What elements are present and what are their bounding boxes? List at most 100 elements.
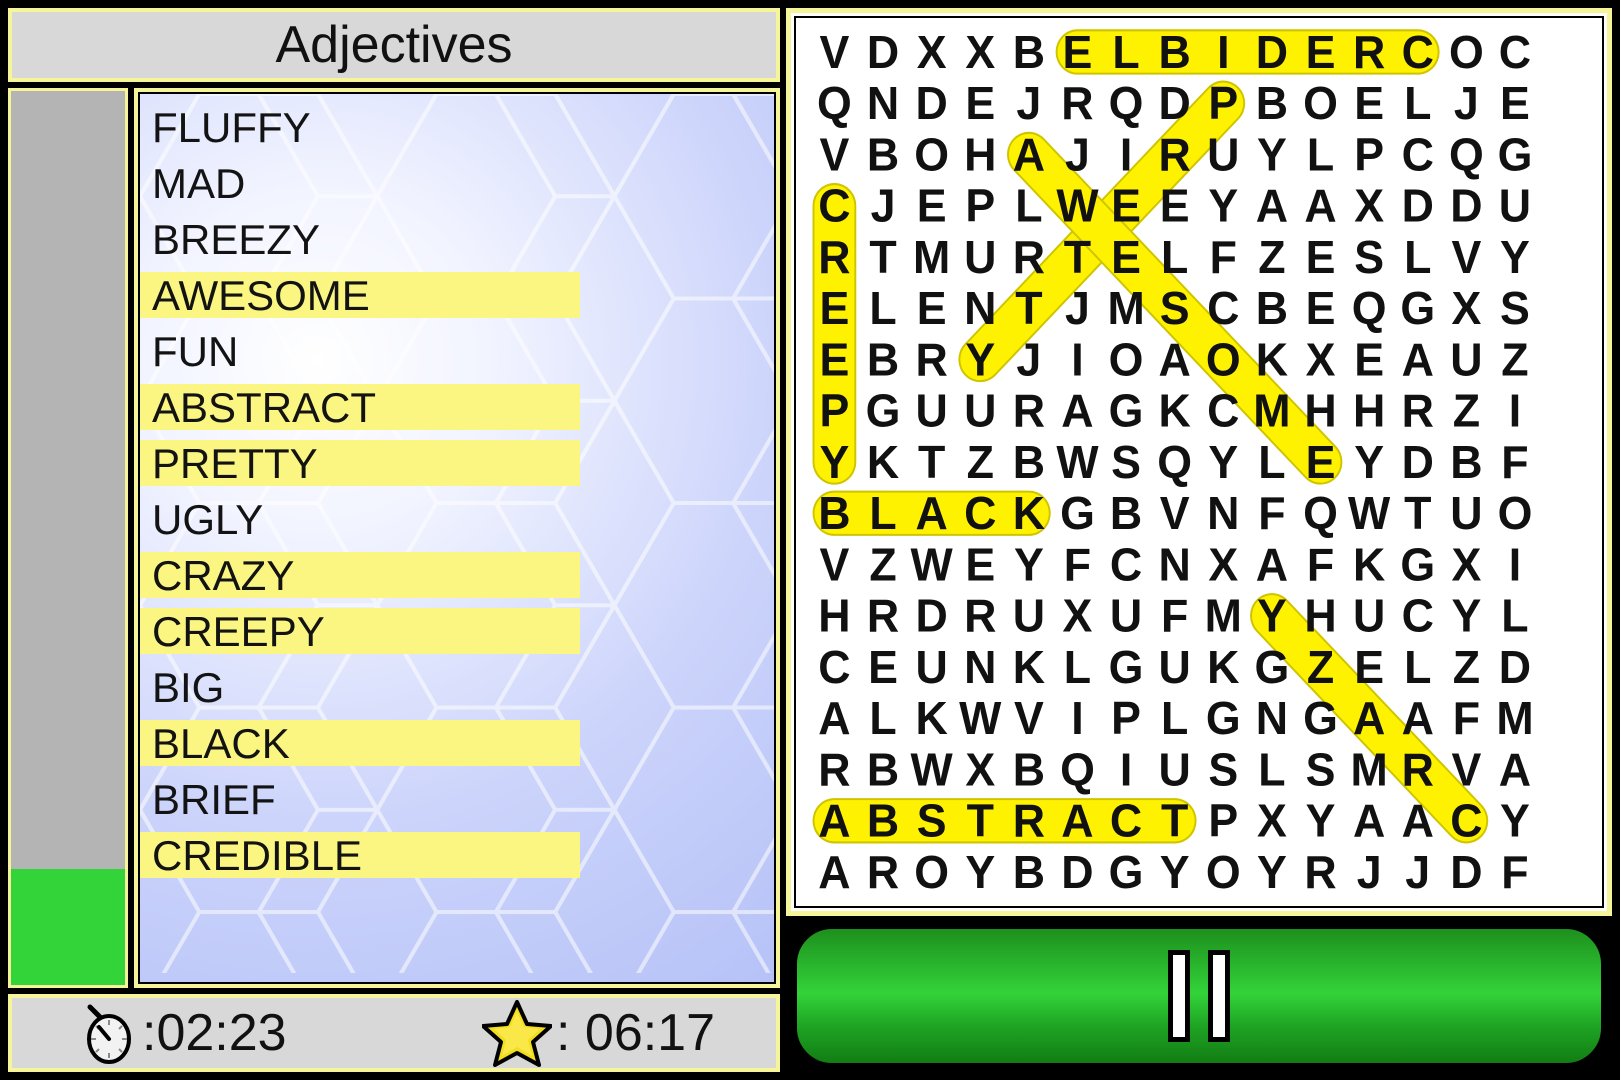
grid-letter[interactable]: L — [1404, 641, 1431, 693]
grid-letter[interactable]: Y — [1354, 436, 1384, 488]
grid-letter[interactable]: S — [1354, 231, 1384, 283]
grid-letter[interactable]: G — [1303, 692, 1338, 744]
grid-letter[interactable]: R — [964, 590, 996, 642]
grid-letter[interactable]: V — [819, 26, 849, 78]
grid-letter[interactable]: U — [1450, 487, 1482, 539]
grid-letter[interactable]: R — [1013, 385, 1045, 437]
grid-letter[interactable]: T — [1404, 487, 1431, 539]
grid-letter[interactable]: S — [917, 795, 947, 847]
word-list-item[interactable]: BRIEF — [140, 772, 774, 828]
grid-letter[interactable]: E — [819, 282, 849, 334]
grid-letter[interactable]: X — [1451, 282, 1481, 334]
word-list-item[interactable]: BREEZY — [140, 212, 774, 268]
grid-letter[interactable]: K — [1013, 641, 1045, 693]
grid-letter[interactable]: F — [1501, 846, 1528, 898]
grid-letter[interactable]: J — [1065, 282, 1090, 334]
grid-letter[interactable]: G — [1060, 487, 1095, 539]
grid-letter[interactable]: A — [818, 795, 850, 847]
grid-letter[interactable]: E — [819, 334, 849, 386]
grid-letter[interactable]: Y — [819, 436, 849, 488]
grid-letter[interactable]: R — [818, 231, 850, 283]
grid-letter[interactable]: L — [1064, 641, 1091, 693]
grid-letter[interactable]: J — [1016, 77, 1041, 129]
grid-letter[interactable]: K — [915, 692, 947, 744]
grid-letter[interactable]: U — [1013, 590, 1045, 642]
grid-letter[interactable]: A — [1353, 692, 1385, 744]
grid-letter[interactable]: Y — [1306, 795, 1336, 847]
grid-letter[interactable]: N — [867, 77, 899, 129]
word-list-item[interactable]: FLUFFY — [140, 100, 774, 156]
grid-letter[interactable]: P — [1208, 77, 1238, 129]
grid-letter[interactable]: L — [1404, 231, 1431, 283]
grid-letter[interactable]: W — [1056, 180, 1098, 232]
word-list-item[interactable]: CRAZY — [140, 548, 774, 604]
grid-letter[interactable]: B — [867, 744, 899, 796]
grid-letter[interactable]: E — [1063, 26, 1093, 78]
grid-letter[interactable]: E — [1306, 231, 1336, 283]
grid-letter[interactable]: L — [1015, 180, 1042, 232]
word-list[interactable]: FLUFFY MAD BREEZY AWESOME FUN ABSTRACT PRETTY U… — [140, 94, 774, 982]
grid-letter[interactable]: A — [1013, 129, 1045, 181]
grid-letter[interactable]: L — [869, 487, 896, 539]
grid-letter[interactable]: M — [1496, 692, 1533, 744]
grid-letter[interactable]: J — [1357, 846, 1382, 898]
grid-letter[interactable]: R — [1402, 744, 1434, 796]
grid-letter[interactable]: U — [1159, 744, 1191, 796]
grid-letter[interactable]: I — [1071, 334, 1083, 386]
grid-letter[interactable]: H — [818, 590, 850, 642]
grid-letter[interactable]: R — [818, 744, 850, 796]
grid-letter[interactable]: U — [1450, 334, 1482, 386]
grid-letter[interactable]: Q — [1352, 282, 1387, 334]
grid-letter[interactable]: X — [1354, 180, 1384, 232]
letter-grid[interactable]: V D X X B E L B I D E R C O CQ N D E J R Q D P B O E L J EV B O H A J I R U Y… — [796, 18, 1602, 906]
grid-letter[interactable]: C — [818, 180, 850, 232]
grid-letter[interactable]: G — [1255, 641, 1290, 693]
grid-letter[interactable]: P — [965, 180, 995, 232]
grid-letter[interactable]: Q — [817, 77, 852, 129]
grid-letter[interactable]: R — [1013, 795, 1045, 847]
grid-letter[interactable]: L — [869, 282, 896, 334]
grid-letter[interactable]: L — [1161, 692, 1188, 744]
grid-letter[interactable]: C — [1499, 26, 1531, 78]
grid-letter[interactable]: I — [1120, 744, 1132, 796]
grid-letter[interactable]: Y — [1208, 436, 1238, 488]
grid-letter[interactable]: O — [1449, 26, 1484, 78]
grid-letter[interactable]: P — [1111, 692, 1141, 744]
grid-letter[interactable]: Q — [1157, 436, 1192, 488]
grid-letter[interactable]: R — [915, 334, 947, 386]
grid-letter[interactable]: O — [1498, 487, 1533, 539]
grid-letter[interactable]: A — [1499, 744, 1531, 796]
grid-letter[interactable]: R — [1061, 77, 1093, 129]
grid-letter[interactable]: T — [918, 436, 945, 488]
grid-letter[interactable]: Q — [1060, 744, 1095, 796]
grid-letter[interactable]: C — [1110, 539, 1142, 591]
word-list-item[interactable]: UGLY — [140, 492, 774, 548]
grid-letter[interactable]: P — [1208, 795, 1238, 847]
grid-letter[interactable]: D — [1159, 77, 1191, 129]
word-list-item[interactable]: FUN — [140, 324, 774, 380]
grid-letter[interactable]: Z — [1501, 334, 1528, 386]
grid-letter[interactable]: G — [1109, 641, 1144, 693]
grid-letter[interactable]: T — [869, 231, 896, 283]
grid-letter[interactable]: B — [867, 334, 899, 386]
grid-letter[interactable]: Z — [1453, 385, 1480, 437]
grid-letter[interactable]: G — [1109, 385, 1144, 437]
grid-letter[interactable]: Y — [965, 334, 995, 386]
grid-letter[interactable]: S — [1500, 282, 1530, 334]
grid-letter[interactable]: L — [1501, 590, 1528, 642]
grid-letter[interactable]: M — [913, 231, 950, 283]
grid-letter[interactable]: E — [1111, 231, 1141, 283]
grid-letter[interactable]: Y — [1160, 846, 1190, 898]
grid-letter[interactable]: O — [914, 846, 949, 898]
grid-letter[interactable]: F — [1210, 231, 1237, 283]
grid-letter[interactable]: V — [819, 539, 849, 591]
grid-letter[interactable]: W — [1348, 487, 1390, 539]
word-list-item[interactable]: CREDIBLE — [140, 828, 774, 884]
grid-letter[interactable]: L — [1161, 231, 1188, 283]
grid-letter[interactable]: U — [1499, 180, 1531, 232]
grid-letter[interactable]: Z — [1258, 231, 1285, 283]
grid-letter[interactable]: Y — [1257, 129, 1287, 181]
grid-letter[interactable]: M — [1205, 590, 1242, 642]
grid-letter[interactable]: A — [818, 846, 850, 898]
grid-letter[interactable]: E — [1111, 180, 1141, 232]
